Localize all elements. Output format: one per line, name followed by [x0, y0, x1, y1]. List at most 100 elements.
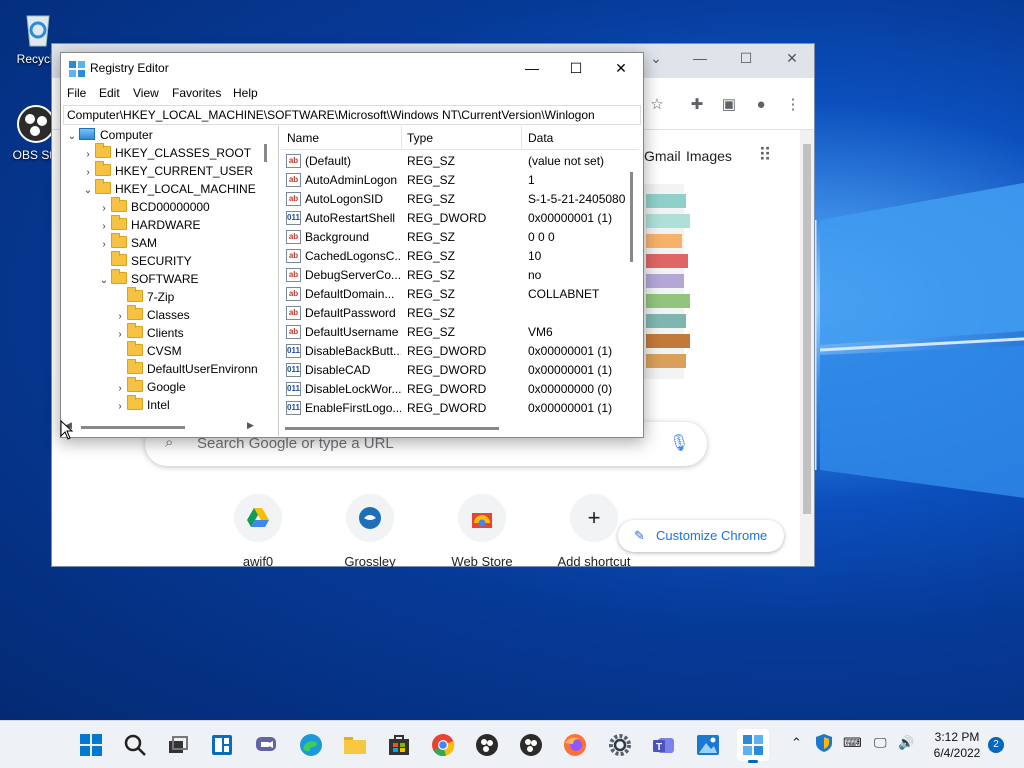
images-link[interactable]: Images [686, 148, 732, 164]
chevron-down-icon[interactable]: ⌄ [97, 272, 111, 290]
menu-favorites[interactable]: Favorites [172, 86, 221, 100]
close-icon[interactable]: ✕ [598, 57, 644, 79]
tree-node[interactable]: › HKEY_CURRENT_USER [81, 161, 253, 180]
regedit-titlebar[interactable]: Registry Editor — ☐ ✕ [61, 53, 643, 83]
extensions-icon[interactable]: ✚ [686, 94, 708, 116]
column-header-type[interactable]: Type [407, 131, 433, 145]
registry-value-row[interactable]: 011 DisableBackButt... REG_DWORD 0x00000001… [281, 342, 626, 361]
photos-button[interactable] [692, 729, 724, 761]
chat-button[interactable] [250, 729, 282, 761]
registry-value-row[interactable]: ab DebugServerCo... REG_SZ no [281, 266, 626, 285]
file-explorer-button[interactable] [339, 729, 371, 761]
registry-value-row[interactable]: ab DefaultDomain... REG_SZ COLLABNET [281, 285, 626, 304]
clock[interactable]: 3:12 PM 6/4/2022 [924, 729, 990, 761]
tree-node[interactable]: › HKEY_CLASSES_ROOT [81, 143, 251, 162]
minimize-icon[interactable]: — [678, 50, 722, 72]
column-header-name[interactable]: Name [287, 131, 319, 145]
edge-button[interactable] [295, 729, 327, 761]
customize-chrome-button[interactable]: ✎ Customize Chrome [618, 520, 784, 552]
registry-value-row[interactable]: ab (Default) REG_SZ (value not set) [281, 152, 626, 171]
menu-file[interactable]: File [67, 86, 86, 100]
tree-node[interactable]: SECURITY [97, 251, 192, 270]
maximize-icon[interactable]: ☐ [553, 57, 599, 79]
registry-value-row[interactable]: ab Background REG_SZ 0 0 0 [281, 228, 626, 247]
list-horizontal-scrollbar[interactable] [281, 422, 639, 434]
scroll-right-icon[interactable]: ▶ [247, 420, 254, 431]
registry-value-row[interactable]: ab DefaultUsername REG_SZ VM6 [281, 323, 626, 342]
scrollbar-thumb[interactable] [803, 144, 811, 514]
registry-values-list[interactable]: Name Type Data ab (Default) REG_SZ (value n… [281, 126, 639, 436]
registry-tree[interactable]: ⌄ Computer › HKEY_CLASSES_ROOT › HKEY_CURRE… [63, 126, 279, 436]
chevron-right-icon[interactable]: › [113, 398, 127, 416]
regedit-taskbar-button[interactable] [737, 729, 769, 763]
tree-node[interactable]: ⌄ HKEY_LOCAL_MACHINE [81, 179, 256, 200]
notification-badge[interactable]: 2 [988, 737, 1004, 753]
security-shield-icon[interactable] [815, 733, 833, 756]
registry-value-row[interactable]: 011 EnableFirstLogo... REG_DWORD 0x00000001… [281, 399, 626, 418]
microphone-icon[interactable]: 🎙 [669, 433, 689, 453]
address-bar[interactable]: Computer\HKEY_LOCAL_MACHINE\SOFTWARE\Mic… [63, 105, 641, 125]
chrome-button[interactable] [427, 729, 459, 761]
firefox-button[interactable] [559, 729, 591, 761]
widgets-button[interactable] [206, 729, 238, 761]
menu-view[interactable]: View [133, 86, 159, 100]
registry-value-row[interactable]: 011 AutoRestartShell REG_DWORD 0x00000001 (… [281, 209, 626, 228]
tree-node[interactable]: ⌄ SOFTWARE [97, 269, 199, 290]
teams-button[interactable]: T [648, 729, 680, 761]
menu-edit[interactable]: Edit [99, 86, 120, 100]
tree-node[interactable]: › Clients [113, 323, 184, 342]
store-button[interactable] [383, 729, 415, 761]
settings-button[interactable] [604, 729, 636, 761]
scrollbar-thumb[interactable] [630, 172, 633, 262]
registry-value-row[interactable]: 011 DisableLockWor... REG_DWORD 0x00000000 … [281, 380, 626, 399]
keyboard-icon[interactable]: ⌨ [843, 735, 862, 751]
tree-node[interactable]: DefaultUserEnvironn [113, 359, 258, 378]
shortcut-tile[interactable]: Web Store [437, 494, 527, 569]
apps-grid-icon[interactable]: ⠿ [754, 144, 776, 166]
tree-node[interactable]: › BCD00000000 [97, 197, 210, 216]
tree-node[interactable]: 7-Zip [113, 287, 174, 306]
gmail-link[interactable]: Gmail [644, 148, 681, 164]
tree-node-computer[interactable]: ⌄ Computer [65, 126, 153, 144]
registry-value-row[interactable]: 011 DisableCAD REG_DWORD 0x00000001 (1) [281, 361, 626, 380]
column-header-data[interactable]: Data [528, 131, 553, 145]
menu-help[interactable]: Help [233, 86, 258, 100]
scrollbar-thumb[interactable] [264, 144, 267, 162]
registry-value-row[interactable]: ab CachedLogonsC... REG_SZ 10 [281, 247, 626, 266]
scrollbar-thumb[interactable] [285, 427, 499, 430]
tree-node[interactable]: CVSM [113, 341, 182, 360]
maximize-icon[interactable]: ☐ [724, 50, 768, 72]
chevron-up-icon[interactable]: ⌃ [791, 735, 802, 751]
tree-horizontal-scrollbar[interactable]: ◀ ▶ [63, 420, 261, 434]
tree-node[interactable]: › Classes [113, 305, 190, 324]
volume-icon[interactable]: 🔊 [898, 735, 914, 751]
start-button[interactable] [75, 729, 107, 761]
scrollbar-thumb[interactable] [81, 426, 185, 429]
registry-value-row[interactable]: ab AutoAdminLogon REG_SZ 1 [281, 171, 626, 190]
shortcut-tile[interactable]: awif0 [213, 494, 303, 569]
chevron-down-icon[interactable]: ⌄ [65, 128, 79, 146]
taskbar-search-button[interactable] [119, 729, 151, 761]
column-divider[interactable] [401, 126, 402, 150]
google-doodle[interactable] [644, 184, 744, 379]
minimize-icon[interactable]: — [509, 57, 555, 79]
tree-node[interactable]: › HARDWARE [97, 215, 201, 234]
side-panel-icon[interactable]: ▣ [718, 94, 740, 116]
shortcut-tile[interactable]: Grossley [325, 494, 415, 569]
obs-button[interactable] [515, 729, 547, 761]
registry-editor-window[interactable]: Registry Editor — ☐ ✕ File Edit View Fav… [60, 52, 644, 438]
column-divider[interactable] [521, 126, 522, 150]
tree-node[interactable]: › Google [113, 377, 186, 396]
tree-node[interactable]: › Intel [113, 395, 170, 416]
chevron-down-icon[interactable]: ⌄ [81, 182, 95, 200]
task-view-button[interactable] [162, 729, 194, 761]
close-icon[interactable]: ✕ [770, 50, 814, 72]
menu-icon[interactable]: ⋮ [782, 94, 804, 116]
obs-button[interactable] [471, 729, 503, 761]
registry-value-row[interactable]: ab DefaultPassword REG_SZ [281, 304, 626, 323]
registry-value-row[interactable]: ab AutoLogonSID REG_SZ S-1-5-21-24050806 [281, 190, 626, 209]
chrome-scrollbar[interactable] [800, 130, 814, 566]
profile-icon[interactable]: ● [750, 94, 772, 116]
list-vertical-scrollbar[interactable] [627, 150, 637, 416]
tree-vertical-scrollbar[interactable] [261, 126, 271, 416]
